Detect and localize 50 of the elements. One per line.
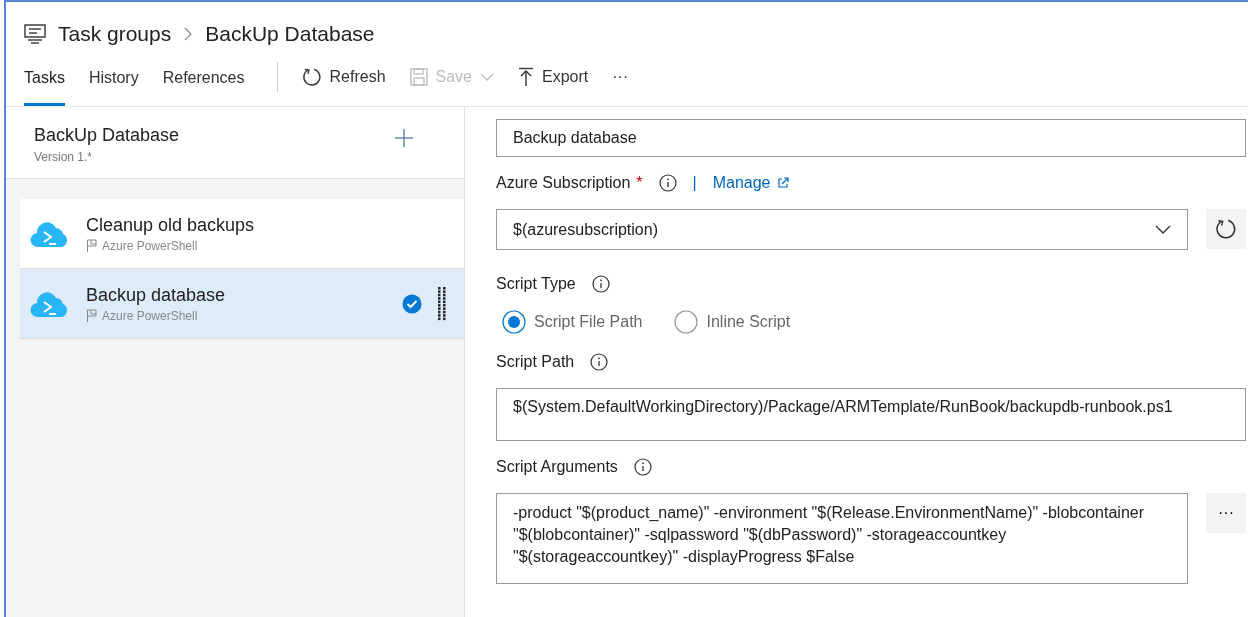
- chevron-down-icon: [1155, 224, 1171, 235]
- info-icon[interactable]: [591, 275, 610, 293]
- task-item[interactable]: Cleanup old backups Azure PowerShell: [20, 199, 464, 269]
- field-label: Script Path: [496, 353, 575, 371]
- task-type: Azure PowerShell: [102, 308, 198, 323]
- refresh-button[interactable]: [1206, 209, 1246, 249]
- more-button[interactable]: ···: [612, 68, 629, 86]
- export-button[interactable]: Export: [518, 67, 589, 87]
- script-path-field[interactable]: $(System.DefaultWorkingDirectory)/Package/ARMTemplate/RunBook/backupdb-runbook.ps1: [496, 388, 1246, 441]
- info-icon[interactable]: [590, 353, 609, 371]
- field-label: Azure Subscription: [496, 174, 631, 192]
- subscription-dropdown[interactable]: $(azuresubscription): [496, 209, 1188, 250]
- tab[interactable]: History: [88, 48, 139, 106]
- upload-icon: [518, 67, 534, 87]
- field-label: Script Type: [496, 275, 576, 293]
- refresh-button[interactable]: Refresh: [301, 67, 386, 87]
- drag-handle-icon[interactable]: [438, 286, 446, 321]
- separator: |: [692, 174, 697, 192]
- required-mark: *: [636, 174, 643, 192]
- info-icon[interactable]: [658, 174, 677, 192]
- version-label: Version 1.*: [34, 150, 94, 164]
- cloud-shell-icon: [30, 289, 70, 318]
- task-name: Backup database: [86, 284, 227, 306]
- cloud-shell-icon: [30, 219, 70, 248]
- page-title: BackUp Database: [205, 22, 375, 46]
- chevron-down-icon: [480, 72, 494, 82]
- manage-link[interactable]: Manage: [712, 174, 789, 192]
- task-type: Azure PowerShell: [102, 238, 198, 253]
- refresh-icon: [1215, 218, 1237, 240]
- flag-icon: [86, 309, 98, 322]
- radio-option[interactable]: Script File Path: [502, 310, 643, 334]
- info-icon[interactable]: [633, 458, 652, 476]
- external-link-icon: [776, 177, 789, 189]
- group-title: BackUp Database: [34, 125, 180, 146]
- radio-option[interactable]: Inline Script: [674, 310, 791, 334]
- task-name: Cleanup old backups: [86, 214, 256, 236]
- script-arguments-field[interactable]: -product "$(product_name)" -environment "$(Release.EnvironmentName)" -blobcontainer "$(blobcontainer)" -sqlpassword "$(dbPassword)" -storageaccountkey "$(storageaccountkey)" -displayProgress $False: [496, 493, 1188, 584]
- field-label: Script Arguments: [496, 458, 618, 476]
- flag-icon: [86, 239, 98, 252]
- more-button[interactable]: ···: [1206, 493, 1246, 533]
- breadcrumb-link[interactable]: Task groups: [58, 22, 172, 46]
- chevron-right-icon: [183, 26, 194, 42]
- task-item[interactable]: Backup database Azure PowerShell: [20, 269, 464, 339]
- save-icon: [409, 68, 428, 86]
- plus-icon: [394, 128, 414, 148]
- refresh-icon: [301, 67, 322, 87]
- task-group-icon: [24, 24, 46, 44]
- tab[interactable]: References: [162, 48, 245, 106]
- display-name-field[interactable]: Backup database: [496, 119, 1246, 157]
- check-circle-icon: [402, 293, 422, 314]
